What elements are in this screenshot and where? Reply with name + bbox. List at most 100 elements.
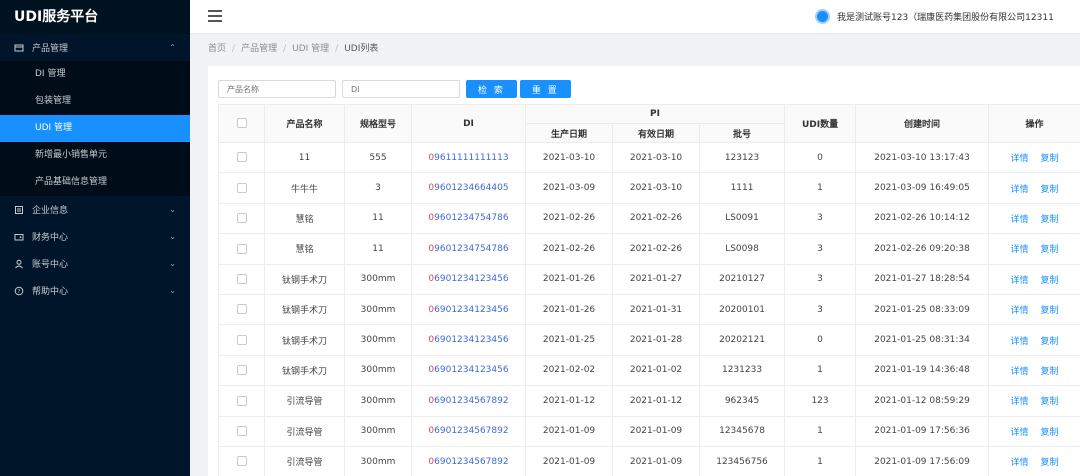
reset-button[interactable]: 重 置 <box>519 80 571 98</box>
cell-prod-date: 2021-02-26 <box>525 233 613 265</box>
search-button[interactable]: 检 索 <box>466 80 517 98</box>
cell-exp-date: 2021-01-12 <box>612 385 700 417</box>
cell-name: 引流导管 <box>264 385 345 417</box>
user-info[interactable]: 我是测试账号123（瑞康医药集团股份有限公司12311 <box>815 9 1054 24</box>
copy-link[interactable]: 复制 <box>1041 154 1059 164</box>
di-input[interactable] <box>342 80 460 98</box>
row-select-cell <box>218 233 265 265</box>
cell-count: 3 <box>784 202 857 235</box>
menu-group-label: 企业信息 <box>32 206 69 216</box>
row-select-cell <box>218 354 265 387</box>
cell-prod-date: 2021-03-09 <box>525 172 613 204</box>
row-checkbox[interactable] <box>236 456 247 467</box>
top-header: 我是测试账号123（瑞康医药集团股份有限公司12311 <box>190 0 1080 34</box>
cell-count: 3 <box>784 233 857 265</box>
menu-group-label: 产品管理 <box>32 44 69 54</box>
copy-link[interactable]: 复制 <box>1041 245 1059 255</box>
cell-created: 2021-01-25 08:31:34 <box>855 324 990 356</box>
row-checkbox[interactable] <box>236 334 247 345</box>
sub-item-udi[interactable]: UDI 管理 <box>0 115 190 142</box>
cell-created: 2021-01-09 17:56:36 <box>855 415 990 447</box>
sub-item-di[interactable]: DI 管理 <box>0 61 190 88</box>
table-row: 引流导管 300mm 06901234567892 2021-01-09 2021-01… <box>218 445 1080 476</box>
di-value: 6901234567892 <box>434 395 509 406</box>
cell-ops: 详情 复制 <box>988 354 1080 387</box>
row-checkbox[interactable] <box>236 274 247 284</box>
copy-link[interactable]: 复制 <box>1041 367 1059 377</box>
menu-group-product[interactable]: 产品管理 ⌃ <box>0 34 190 61</box>
detail-link[interactable]: 详情 <box>1011 428 1029 438</box>
breadcrumb-level1[interactable]: 产品管理 <box>241 44 277 54</box>
breadcrumb-level2[interactable]: UDI 管理 <box>292 44 329 54</box>
header-ops: 操作 <box>988 104 1080 143</box>
copy-link[interactable]: 复制 <box>1041 306 1059 316</box>
detail-link[interactable]: 详情 <box>1011 276 1029 286</box>
detail-link[interactable]: 详情 <box>1011 245 1029 255</box>
detail-link[interactable]: 详情 <box>1011 337 1029 347</box>
detail-link[interactable]: 详情 <box>1011 306 1029 316</box>
copy-link[interactable]: 复制 <box>1041 458 1059 468</box>
sub-item-package[interactable]: 包装管理 <box>0 88 190 115</box>
menu-group-finance[interactable]: 财务中心 ⌄ <box>0 223 190 250</box>
product-icon <box>14 43 24 53</box>
detail-link[interactable]: 详情 <box>1011 215 1029 225</box>
row-checkbox[interactable] <box>236 425 247 436</box>
table-row: 慧铭 11 09601234754786 2021-02-26 2021-02-26 LS… <box>218 202 1080 235</box>
breadcrumb-home[interactable]: 首页 <box>208 44 226 54</box>
cell-count: 0 <box>784 324 857 356</box>
cell-prod-date: 2021-01-26 <box>525 263 613 295</box>
row-checkbox[interactable] <box>236 365 247 376</box>
row-checkbox[interactable] <box>236 243 247 254</box>
cell-di: 09611111111113 <box>411 141 526 174</box>
row-checkbox[interactable] <box>236 304 247 315</box>
row-select-cell <box>218 385 265 417</box>
copy-link[interactable]: 复制 <box>1041 185 1059 195</box>
copy-link[interactable]: 复制 <box>1041 215 1059 225</box>
cell-ops: 详情 复制 <box>988 415 1080 447</box>
row-checkbox[interactable] <box>236 395 247 406</box>
row-select-cell <box>218 202 265 235</box>
cell-name: 引流导管 <box>264 445 345 476</box>
copy-link[interactable]: 复制 <box>1041 428 1059 438</box>
row-checkbox[interactable] <box>236 213 247 224</box>
sub-item-product-info[interactable]: 产品基础信息管理 <box>0 169 190 196</box>
cell-exp-date: 2021-03-10 <box>612 172 700 204</box>
chevron-down-icon: ⌄ <box>169 205 176 214</box>
select-all-checkbox[interactable] <box>236 118 247 129</box>
cell-batch: 1231233 <box>698 354 786 387</box>
header-spec: 规格型号 <box>344 104 412 143</box>
breadcrumb-current: UDI列表 <box>344 44 379 54</box>
di-value: 6901234123456 <box>434 304 509 315</box>
detail-link[interactable]: 详情 <box>1011 185 1029 195</box>
cell-prod-date: 2021-03-10 <box>525 141 613 174</box>
table-row: 钛钢手术刀 300mm 06901234123456 2021-01-26 2021-0… <box>218 293 1080 326</box>
breadcrumb: 首页 / 产品管理 / UDI 管理 / UDI列表 <box>208 44 379 54</box>
row-checkbox[interactable] <box>236 152 247 163</box>
header-name: 产品名称 <box>264 104 345 143</box>
cell-name: 钛钢手术刀 <box>264 263 345 295</box>
building-icon <box>14 205 24 215</box>
menu-fold-icon[interactable] <box>208 10 222 22</box>
menu-group-company[interactable]: 企业信息 ⌄ <box>0 196 190 223</box>
menu-group-help[interactable]: ? 帮助中心 ⌄ <box>0 277 190 304</box>
table-row: 引流导管 300mm 06901234567892 2021-01-09 2021-01… <box>218 415 1080 447</box>
product-name-input[interactable] <box>218 80 336 98</box>
copy-link[interactable]: 复制 <box>1041 397 1059 407</box>
detail-link[interactable]: 详情 <box>1011 154 1029 164</box>
cell-prod-date: 2021-01-09 <box>525 445 613 476</box>
copy-link[interactable]: 复制 <box>1041 276 1059 286</box>
cell-created: 2021-03-09 16:49:05 <box>855 172 990 204</box>
header-created: 创建时间 <box>855 104 990 143</box>
sub-item-min-sale-unit[interactable]: 新增最小销售单元 <box>0 142 190 169</box>
detail-link[interactable]: 详情 <box>1011 367 1029 377</box>
cell-count: 1 <box>784 354 857 387</box>
detail-link[interactable]: 详情 <box>1011 397 1029 407</box>
cell-exp-date: 2021-01-09 <box>612 445 700 476</box>
svg-text:?: ? <box>18 289 21 295</box>
copy-link[interactable]: 复制 <box>1041 337 1059 347</box>
cell-spec: 300mm <box>344 445 412 476</box>
menu-group-account[interactable]: 账号中心 ⌄ <box>0 250 190 277</box>
row-checkbox[interactable] <box>236 182 247 193</box>
search-bar: 检 索 重 置 <box>218 80 574 98</box>
detail-link[interactable]: 详情 <box>1011 458 1029 468</box>
